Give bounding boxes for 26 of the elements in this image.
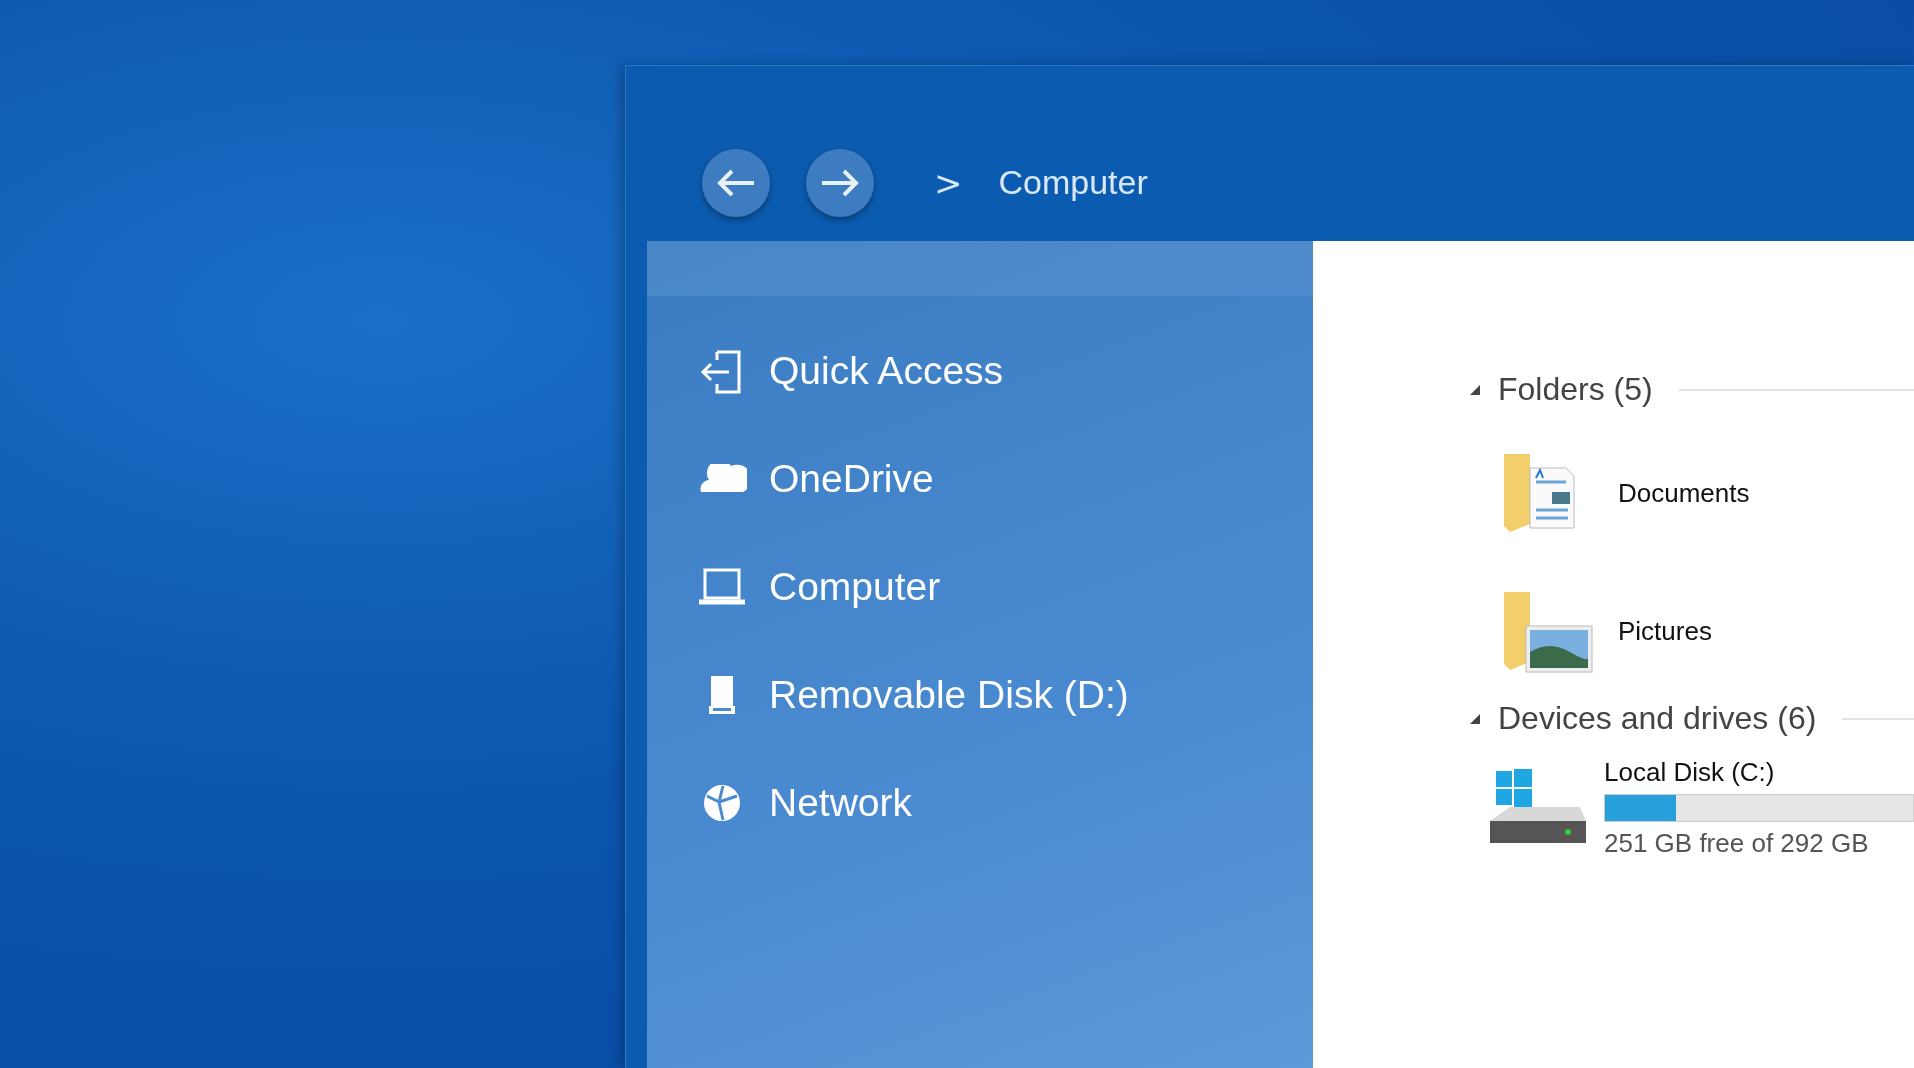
group-title: Folders (5) <box>1498 371 1653 408</box>
breadcrumb-item[interactable]: Computer <box>998 163 1148 202</box>
folder-item[interactable]: Pictures <box>1468 562 1914 700</box>
folder-name: Pictures <box>1618 615 1712 647</box>
nav-item[interactable]: Computer <box>697 552 949 622</box>
right-arrow-icon <box>820 167 860 198</box>
back-button[interactable] <box>702 148 770 217</box>
nav-label: Quick Access <box>769 349 1004 393</box>
breadcrumb-separator: > <box>934 162 963 203</box>
forward-button[interactable] <box>806 148 874 217</box>
drive-name: Local Disk (C:) <box>1604 757 1776 788</box>
drive-item[interactable]: Local Disk (C:) 251 GB free of 292 GB <box>1468 757 1914 859</box>
nav-label: Network <box>769 781 913 825</box>
folder-item[interactable]: Documents <box>1468 424 1914 562</box>
nav-label: OneDrive <box>769 457 934 501</box>
nav-item[interactable]: Quick Access <box>697 336 1012 406</box>
cloud-icon <box>697 464 747 494</box>
group-title: Devices and drives (6) <box>1498 700 1817 737</box>
free-space-text: 251 GB free of 292 GB <box>1604 828 1870 859</box>
nav-item[interactable]: Removable Disk (D:) <box>697 660 1137 730</box>
folder-name: Documents <box>1618 477 1750 509</box>
nav-item[interactable]: Network <box>697 768 921 838</box>
nav-label: Removable Disk (D:) <box>769 673 1129 717</box>
left-arrow-icon <box>716 167 756 198</box>
nav-item[interactable]: OneDrive <box>697 444 942 514</box>
nav-label: Computer <box>769 565 941 609</box>
